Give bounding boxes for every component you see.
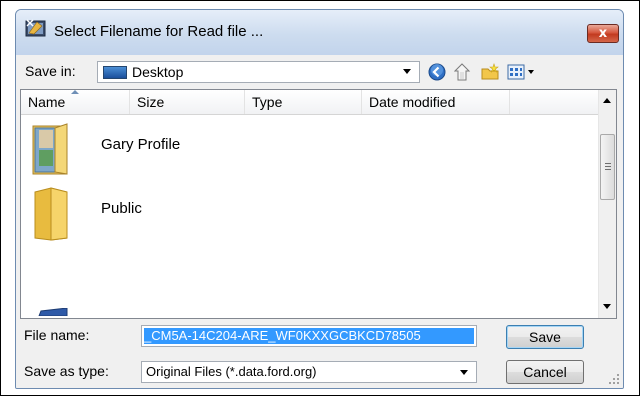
file-name-selection: _CM5A-14C204-ARE_WF0KXXGCBKCD78505	[144, 328, 474, 344]
column-header-size[interactable]: Size	[130, 90, 245, 114]
save-in-value: Desktop	[132, 64, 184, 80]
up-folder-icon	[454, 63, 471, 81]
column-header-type[interactable]: Type	[245, 90, 362, 114]
new-folder-button[interactable]	[479, 61, 501, 83]
close-button[interactable]: x	[587, 24, 619, 43]
file-name-input[interactable]: _CM5A-14C204-ARE_WF0KXXGCBKCD78505	[141, 325, 477, 347]
file-list[interactable]: Name Size Type Date modified Gary Profil…	[20, 89, 617, 319]
folder-icon	[34, 187, 68, 241]
chevron-down-icon	[460, 370, 468, 375]
back-button[interactable]	[426, 61, 448, 83]
file-name-label: File name:	[24, 327, 90, 343]
save-button[interactable]: Save	[506, 325, 584, 349]
dialog-body: Save in: Desktop Name Size Type Date mod…	[16, 55, 623, 388]
scrollbar-thumb[interactable]	[600, 134, 615, 200]
title-bar[interactable]: Select Filename for Read file ... x	[16, 10, 623, 55]
vertical-scrollbar[interactable]	[598, 90, 616, 318]
dialog-title: Select Filename for Read file ...	[54, 23, 264, 40]
column-header-date-modified[interactable]: Date modified	[362, 90, 510, 114]
save-as-type-dropdown[interactable]: Original Files (*.data.ford.org)	[141, 361, 477, 383]
list-item-name: Public	[101, 200, 142, 217]
resize-grip-icon[interactable]	[608, 373, 620, 385]
list-item-computer[interactable]	[21, 244, 598, 316]
column-header-name[interactable]: Name	[21, 90, 130, 114]
save-as-type-label: Save as type:	[24, 363, 109, 379]
scroll-down-icon[interactable]	[603, 304, 611, 309]
up-folder-button[interactable]	[452, 61, 474, 83]
back-icon	[428, 63, 446, 81]
user-folder-icon	[32, 123, 68, 175]
sort-ascending-icon	[71, 90, 79, 94]
list-item-public[interactable]: Public	[21, 180, 598, 244]
select-filename-dialog: Select Filename for Read file ... x Save…	[15, 9, 624, 389]
close-icon: x	[598, 26, 608, 41]
computer-icon	[38, 308, 68, 316]
save-in-dropdown[interactable]: Desktop	[97, 61, 420, 83]
scroll-up-icon[interactable]	[603, 98, 611, 103]
save-in-label: Save in:	[25, 63, 76, 79]
list-item-name: Gary Profile	[101, 136, 181, 153]
list-item-gary-profile[interactable]: Gary Profile	[21, 116, 598, 180]
column-header-row: Name Size Type Date modified	[21, 90, 598, 115]
desktop-icon	[103, 66, 127, 79]
chevron-down-icon	[403, 69, 411, 74]
cancel-button[interactable]: Cancel	[506, 360, 584, 384]
view-menu-icon	[507, 64, 534, 80]
view-menu-button[interactable]	[506, 61, 538, 83]
new-folder-icon	[481, 63, 499, 80]
app-icon	[25, 19, 46, 37]
